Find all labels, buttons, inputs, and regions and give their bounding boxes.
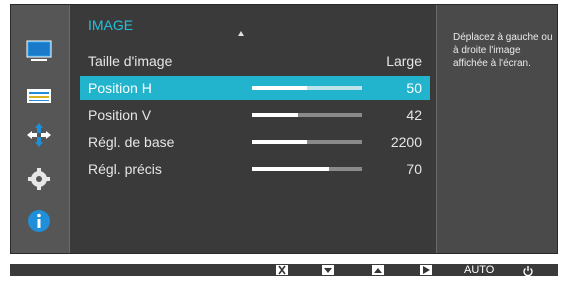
picture-icon[interactable] — [25, 83, 53, 111]
sidebar — [11, 5, 69, 253]
info-icon[interactable] — [25, 207, 53, 235]
osd-menu: IMAGE Taille d'image Large Position H 50… — [10, 4, 558, 254]
scroll-up-icon — [238, 31, 244, 36]
menu-item-position-v[interactable]: Position V 42 — [80, 103, 430, 127]
down-key[interactable] — [322, 264, 334, 276]
down-arrow-icon — [322, 265, 334, 275]
menu-item-value: Large — [386, 53, 422, 69]
menu-title: IMAGE — [88, 17, 134, 33]
menu-item-value: 50 — [406, 80, 422, 96]
menu-item-value: 2200 — [390, 134, 422, 150]
up-arrow-icon — [372, 265, 384, 275]
regl-precis-slider[interactable] — [252, 167, 362, 171]
close-icon — [276, 265, 288, 275]
regl-base-slider[interactable] — [252, 140, 362, 144]
menu-item-value: 70 — [406, 161, 422, 177]
auto-key[interactable]: AUTO — [464, 264, 494, 276]
up-key[interactable] — [372, 264, 384, 276]
position-v-slider[interactable] — [252, 113, 362, 117]
menu-item-position-h[interactable]: Position H 50 — [80, 76, 430, 100]
settings-icon[interactable] — [25, 165, 53, 193]
enter-key[interactable] — [420, 264, 432, 276]
power-key[interactable] — [522, 264, 534, 277]
menu-item-label: Position H — [88, 80, 152, 96]
display-icon[interactable] — [25, 37, 53, 65]
menu-item-label: Régl. de base — [88, 134, 175, 150]
menu-item-label: Régl. précis — [88, 161, 162, 177]
power-icon — [523, 266, 533, 277]
menu-item-regl-base[interactable]: Régl. de base 2200 — [80, 130, 430, 154]
position-h-slider[interactable] — [252, 86, 362, 90]
menu-panel: IMAGE Taille d'image Large Position H 50… — [69, 5, 437, 253]
position-icon[interactable] — [25, 121, 53, 149]
close-key[interactable] — [276, 264, 288, 276]
enter-arrow-icon — [420, 265, 432, 275]
menu-item-value: 42 — [406, 107, 422, 123]
menu-item-regl-precis[interactable]: Régl. précis 70 — [80, 157, 430, 181]
menu-item-label: Taille d'image — [88, 53, 173, 69]
menu-item-taille-image[interactable]: Taille d'image Large — [80, 49, 430, 73]
menu-item-label: Position V — [88, 107, 152, 123]
bottom-key-bar: AUTO — [10, 264, 558, 277]
help-text: Déplacez à gauche ou à droite l'image af… — [453, 32, 553, 69]
